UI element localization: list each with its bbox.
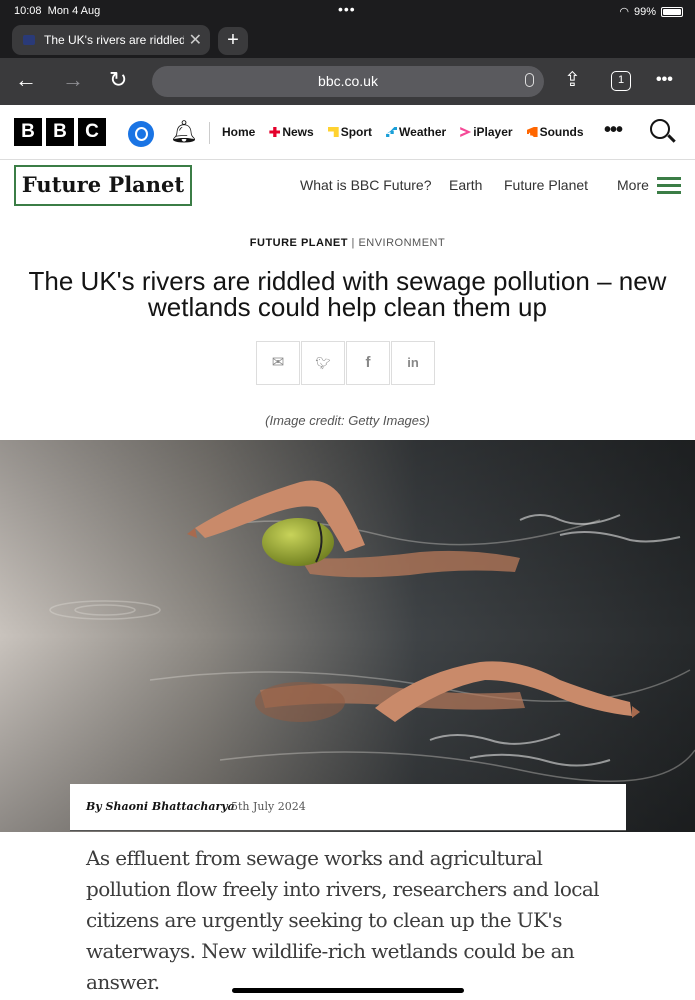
facebook-share-button[interactable]: f [346, 341, 390, 385]
close-tab-icon[interactable]: ✕ [189, 30, 202, 50]
address-bar[interactable]: bbc.co.uk [152, 66, 544, 97]
status-bar: 10:08 Mon 4 Aug ••• ◠ 99% [0, 0, 695, 22]
subsection-label[interactable]: ENVIRONMENT [358, 237, 445, 249]
microphone-icon[interactable] [525, 73, 534, 87]
multitask-dots[interactable]: ••• [338, 1, 356, 17]
image-credit: (Image credit: Getty Images) [265, 413, 430, 428]
sport-icon [327, 127, 339, 137]
nav-link-weather[interactable]: Weather [386, 125, 446, 139]
new-tab-button[interactable]: + [218, 27, 248, 55]
battery-percent: 99% [633, 5, 656, 18]
future-nav: Future Planet What is BBC Future? Earth … [0, 160, 695, 212]
section-label[interactable]: FUTURE PLANET [250, 237, 348, 249]
bbc-favicon-icon [23, 35, 35, 45]
browser-toolbar: ← → ↻ bbc.co.uk ⇪ 1 ••• [0, 58, 695, 105]
email-icon: ✉ [271, 354, 285, 371]
share-icon[interactable]: ⇪ [564, 68, 581, 92]
hero-image-swimmers [0, 440, 695, 832]
hero-image-svg [0, 440, 695, 832]
iplayer-icon [460, 127, 472, 137]
sounds-icon [526, 127, 538, 137]
twitter-share-button[interactable]: 🐦︎ [301, 341, 345, 385]
home-indicator[interactable] [232, 988, 464, 993]
hamburger-menu-icon[interactable] [657, 177, 681, 194]
nav-what-is-bbc-future[interactable]: What is BBC Future? [300, 177, 432, 193]
browser-tab[interactable]: The UK's rivers are riddled ✕ [12, 25, 210, 55]
nav-earth[interactable]: Earth [449, 177, 482, 193]
nav-more-dots-icon[interactable]: ••• [604, 119, 623, 142]
back-arrow-icon[interactable]: ← [15, 68, 37, 92]
article-headline: The UK's rivers are riddled with sewage … [28, 266, 667, 322]
nav-link-sport[interactable]: Sport [327, 125, 372, 139]
battery-icon [661, 6, 683, 17]
account-icon[interactable] [128, 121, 154, 147]
future-planet-logo[interactable]: Future Planet [14, 165, 192, 206]
news-icon [269, 127, 281, 137]
bbc-logo-c: C [78, 118, 106, 146]
tab-bar: The UK's rivers are riddled ✕ + [0, 22, 695, 58]
reload-icon[interactable]: ↻ [109, 68, 127, 92]
notifications-bell-icon[interactable]: 🔔︎ [170, 119, 198, 145]
linkedin-share-button[interactable]: in [391, 341, 435, 385]
linkedin-icon: in [407, 355, 419, 370]
bbc-nav-links: Home News Sport Weather iPlayer Sounds [222, 125, 584, 139]
article-standfirst: As effluent from sewage works and agricu… [86, 846, 600, 994]
nav-more[interactable]: More [617, 177, 649, 193]
nav-link-home[interactable]: Home [222, 125, 255, 139]
bbc-logo[interactable]: B B C [14, 118, 106, 146]
search-icon[interactable] [650, 119, 670, 139]
facebook-icon: f [365, 354, 371, 371]
bbc-logo-b2: B [46, 118, 74, 146]
tab-title: The UK's rivers are riddled [44, 33, 184, 47]
status-time: 10:08 Mon 4 Aug [14, 5, 101, 17]
nav-link-news[interactable]: News [269, 125, 314, 139]
wifi-icon: ◠ [619, 6, 629, 18]
author-byline[interactable]: By Shaoni Bhattacharya [86, 800, 235, 813]
tab-overview-button[interactable]: 1 [611, 71, 631, 91]
more-options-icon[interactable]: ••• [656, 68, 673, 92]
nav-link-iplayer[interactable]: iPlayer [460, 125, 513, 139]
article-section: FUTURE PLANET | ENVIRONMENT [0, 237, 695, 249]
nav-link-sounds[interactable]: Sounds [526, 125, 584, 139]
weather-icon [386, 127, 398, 137]
bbc-global-nav: B B C 🔔︎ Home News Sport Weather iPlayer… [0, 106, 695, 160]
nav-divider [209, 122, 210, 144]
email-share-button[interactable]: ✉ [256, 341, 300, 385]
byline-card: By Shaoni Bhattacharya 5th July 2024 [70, 784, 626, 831]
share-buttons: ✉ 🐦︎ f in [256, 341, 435, 385]
status-right: ◠ 99% [619, 5, 683, 18]
url-text: bbc.co.uk [318, 73, 378, 89]
twitter-icon: 🐦︎ [315, 356, 331, 370]
forward-arrow-icon[interactable]: → [62, 68, 84, 92]
publish-date: 5th July 2024 [231, 800, 306, 813]
bbc-logo-b1: B [14, 118, 42, 146]
nav-future-planet[interactable]: Future Planet [504, 177, 588, 193]
